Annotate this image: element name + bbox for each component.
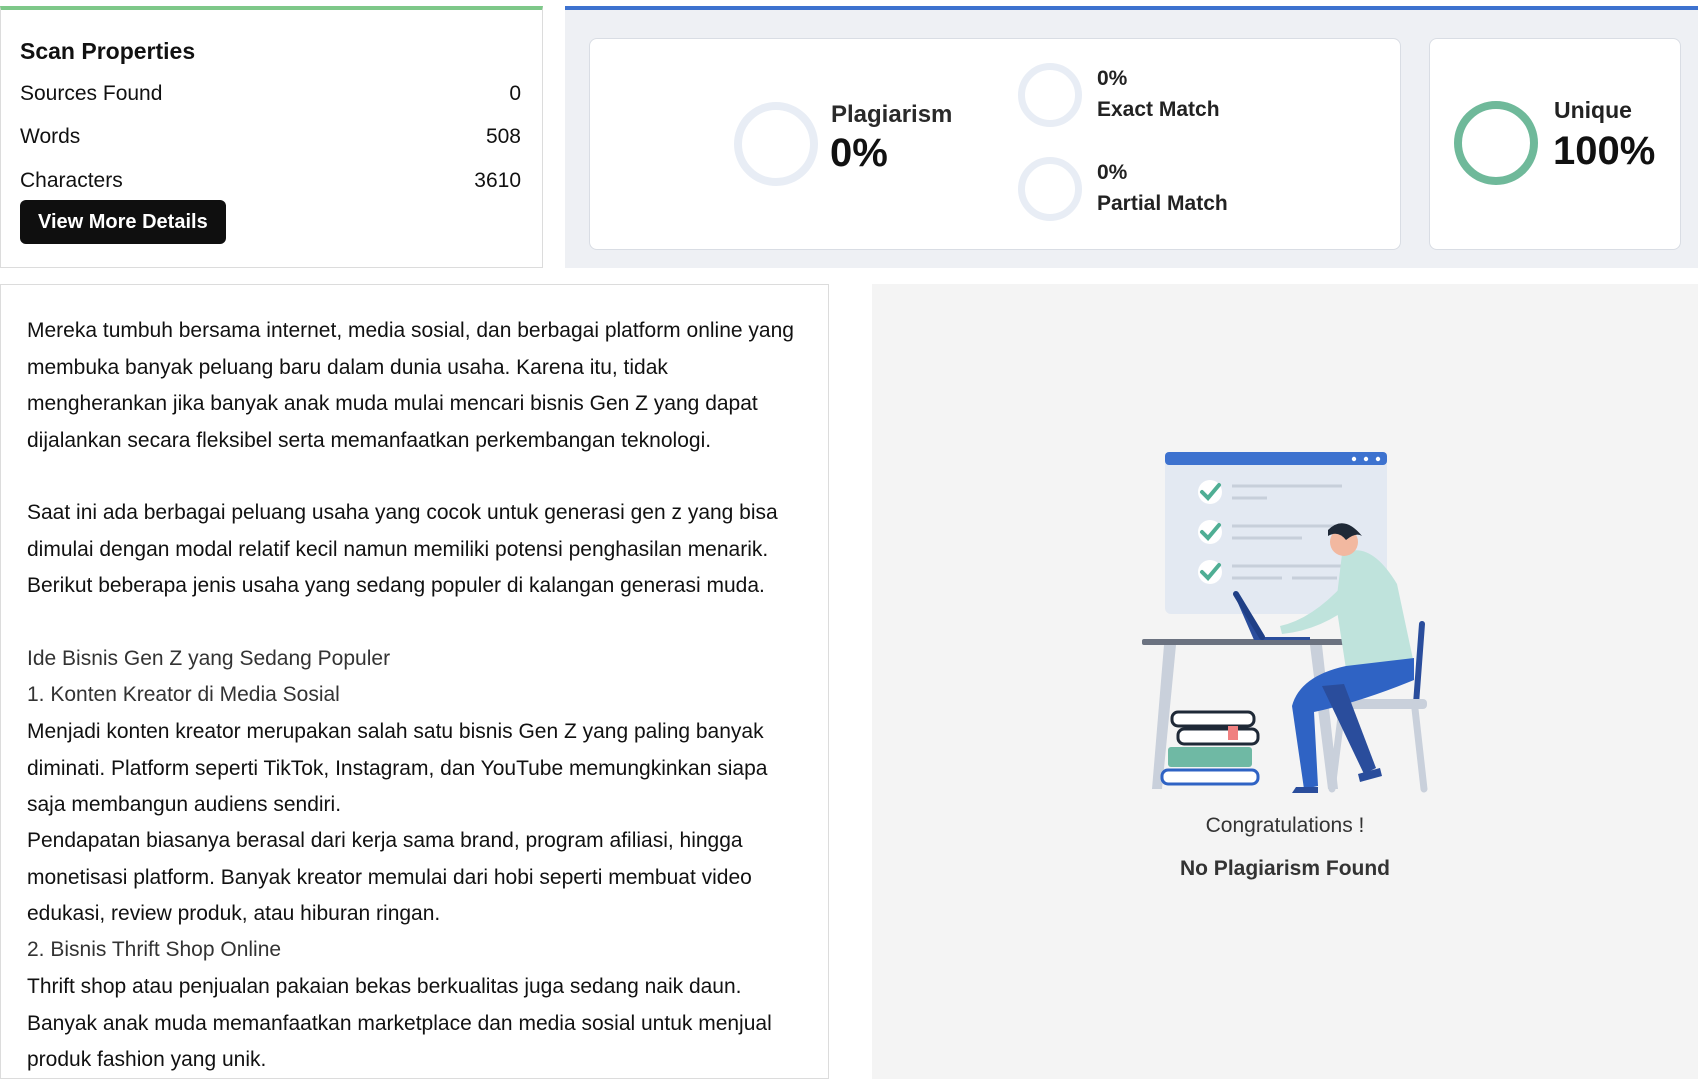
exact-match-ring-icon bbox=[1018, 63, 1082, 127]
plagiarism-label: Plagiarism bbox=[831, 101, 953, 128]
congratulations-text: Congratulations ! bbox=[1205, 814, 1365, 837]
scanned-text-panel: Mereka tumbuh bersama internet, media so… bbox=[0, 284, 829, 1079]
view-more-details-button[interactable]: View More Details bbox=[20, 200, 226, 244]
words-row: Words 508 bbox=[20, 125, 521, 149]
sources-found-row: Sources Found 0 bbox=[20, 82, 521, 106]
scan-results-panel: Plagiarism 0% 0% Exact Match 0% Partial … bbox=[565, 6, 1698, 268]
plagiarism-card: Plagiarism 0% 0% Exact Match 0% Partial … bbox=[589, 38, 1401, 250]
exact-match-label: Exact Match bbox=[1097, 98, 1220, 121]
paragraph: Thrift shop atau penjualan pakaian bekas… bbox=[27, 975, 772, 1071]
plagiarism-value: 0% bbox=[830, 131, 888, 175]
no-plagiarism-message: No Plagiarism Found bbox=[1179, 857, 1391, 880]
sources-found-value: 0 bbox=[509, 82, 521, 105]
scan-properties-panel: Scan Properties Sources Found 0 Words 50… bbox=[0, 6, 543, 268]
plagiarism-ring-icon bbox=[734, 102, 818, 186]
person-at-desk-illustration bbox=[1142, 452, 1428, 793]
section-heading: 2. Bisnis Thrift Shop Online bbox=[27, 938, 282, 961]
words-label: Words bbox=[20, 125, 81, 148]
unique-card: Unique 100% bbox=[1429, 38, 1681, 250]
unique-value: 100% bbox=[1553, 129, 1656, 173]
unique-label: Unique bbox=[1554, 97, 1632, 123]
paragraph: Menjadi konten kreator merupakan salah s… bbox=[27, 720, 768, 816]
scan-properties-title: Scan Properties bbox=[20, 38, 196, 64]
characters-row: Characters 3610 bbox=[20, 169, 521, 193]
partial-match-label: Partial Match bbox=[1097, 192, 1228, 215]
paragraph: Mereka tumbuh bersama internet, media so… bbox=[27, 319, 794, 452]
paragraph: Pendapatan biasanya berasal dari kerja s… bbox=[27, 829, 752, 925]
characters-label: Characters bbox=[20, 169, 123, 192]
words-value: 508 bbox=[485, 125, 521, 148]
section-heading: 1. Konten Kreator di Media Sosial bbox=[27, 683, 340, 706]
partial-match-value: 0% bbox=[1097, 161, 1128, 184]
partial-match-ring-icon bbox=[1018, 157, 1082, 221]
sources-found-label: Sources Found bbox=[20, 82, 163, 105]
paragraph: Saat ini ada berbagai peluang usaha yang… bbox=[27, 501, 778, 597]
result-illustration-panel: Congratulations ! No Plagiarism Found bbox=[872, 284, 1698, 1079]
unique-ring-icon bbox=[1454, 101, 1538, 185]
exact-match-value: 0% bbox=[1097, 67, 1128, 90]
characters-value: 3610 bbox=[474, 169, 521, 192]
section-heading: Ide Bisnis Gen Z yang Sedang Populer bbox=[27, 647, 391, 670]
